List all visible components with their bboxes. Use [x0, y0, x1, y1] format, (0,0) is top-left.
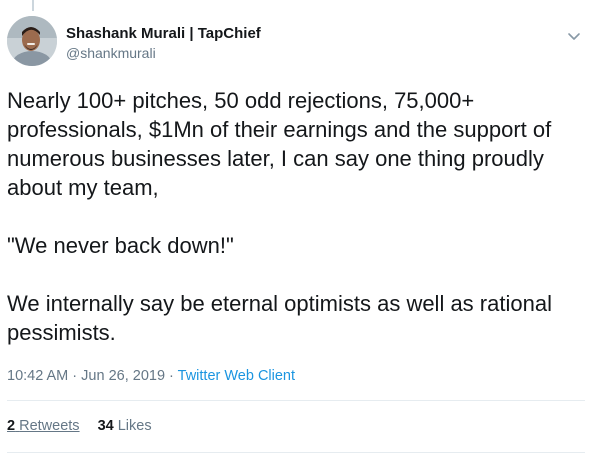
divider: [7, 400, 585, 401]
meta-separator: ·: [68, 368, 82, 384]
tweet-paragraph: "We never back down!": [7, 233, 234, 258]
retweets-link[interactable]: 2 Retweets: [7, 418, 80, 434]
avatar-image: [7, 16, 57, 66]
tweet-text: Nearly 100+ pitches, 50 odd rejections, …: [7, 86, 577, 347]
meta-separator: ·: [165, 368, 178, 384]
retweets-label: Retweets: [19, 418, 80, 434]
tweet-paragraph: Nearly 100+ pitches, 50 odd rejections, …: [7, 88, 552, 200]
tweet-paragraph: We internally say be eternal optimists a…: [7, 291, 552, 345]
likes-label: Likes: [117, 418, 152, 434]
tweet-time[interactable]: 10:42 AM: [7, 368, 68, 384]
author-name[interactable]: Shashank Murali | TapChief: [66, 25, 261, 42]
tweet-metadata: 10:42 AM · Jun 26, 2019 · Twitter Web Cl…: [7, 368, 295, 384]
thread-line: [32, 0, 34, 11]
likes-count: 34: [97, 418, 114, 434]
chevron-down-icon[interactable]: [567, 28, 581, 40]
divider: [7, 452, 585, 453]
retweets-count: 2: [7, 418, 16, 434]
likes-link[interactable]: 34 Likes: [98, 418, 152, 434]
tweet-stats: 2 Retweets 34 Likes: [7, 418, 152, 434]
author-handle[interactable]: @shankmurali: [66, 45, 156, 61]
avatar[interactable]: [7, 16, 57, 66]
client-link[interactable]: Twitter Web Client: [178, 368, 295, 384]
tweet-date[interactable]: Jun 26, 2019: [81, 368, 165, 384]
